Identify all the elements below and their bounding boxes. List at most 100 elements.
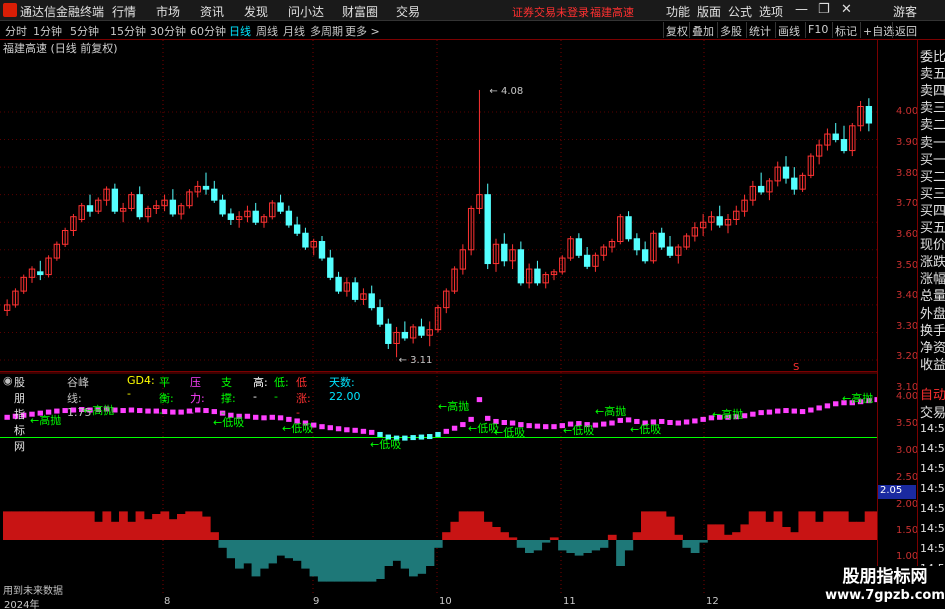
ytick: 3.60 [896,229,919,240]
indicator-block [460,422,466,428]
ytick: 3.20 [896,351,919,362]
area-segment [425,540,435,566]
area-segment [301,540,311,569]
xtick: 12 [706,596,719,607]
indicator-block [253,414,259,420]
area-segment [375,540,385,579]
area-segment [409,540,418,577]
side-item[interactable]: 14:56 [920,522,945,535]
side-item[interactable]: 14:56 [920,422,945,435]
legend-support: 支撑: - [221,376,236,419]
stock-label: 福建高速 (日线 前复权) [3,42,118,55]
indicator-block [435,431,441,437]
indicator-block [791,408,797,414]
area-segment [44,511,54,540]
indicator-block [145,408,151,414]
area-segment [226,540,236,559]
area-segment [549,537,559,540]
area-segment [143,519,153,540]
area-segment [400,540,410,569]
indicator-block [601,421,607,427]
indicator-block [344,427,350,433]
side-item[interactable]: 14:56 [920,442,945,455]
watermark-title: 股朋指标网 [842,567,928,587]
area-segment [558,540,567,551]
area-segment [533,540,543,551]
kline-panel[interactable]: 福建高速 (日线 前复权) [0,40,877,372]
side-item[interactable]: 14:56 [920,462,945,475]
area-segment [806,511,816,540]
signal-label: ←低吸 [370,438,401,451]
area-segment [326,540,335,582]
side-item[interactable]: 交易 [920,402,945,421]
price-axis: 4.00 3.90 3.80 3.70 3.60 3.50 3.40 3.30 … [877,40,919,609]
indicator-block [327,425,333,431]
side-item[interactable]: 自动 [920,384,945,403]
indicator-block [137,408,143,414]
indicator-block [244,413,251,419]
indicator-block [692,418,698,424]
indicator-block [667,420,673,425]
area-segment [599,540,609,548]
ytick: 4.00 [896,106,919,117]
signal-label: ←高抛 [30,413,61,427]
current-value-badge: 2.05 [878,485,916,499]
side-item[interactable]: 14:56 [920,482,945,495]
area-segment [657,511,667,540]
ind-ytick: 4.00 [896,391,919,402]
area-segment [251,540,261,577]
area-segment [649,511,659,540]
time-axis: 2024年 8 9 10 11 12 [0,596,877,609]
indicator-block [319,424,325,430]
indicator-block [758,410,764,416]
area-segment [185,511,195,540]
indicator-block [675,420,681,426]
area-segment [160,511,170,540]
indicator-block [526,423,532,429]
area-segment [367,540,377,582]
indicator-block [534,423,541,429]
indicator-block [609,420,615,426]
side-item[interactable]: 14:56 [920,502,945,515]
area-segment [69,511,79,540]
legend-pressure: 压力: - [190,376,205,419]
back-button[interactable]: 返回 [892,22,919,38]
area-segment [36,511,45,540]
area-segment [500,532,509,540]
indicator-block [799,409,806,415]
area-segment [815,521,824,540]
legend-days: 天数: 22.00 [329,376,361,403]
area-segment [773,511,783,540]
area-segment [839,511,849,540]
area-segment [765,521,775,540]
area-segment [781,527,791,540]
area-segment [293,540,302,561]
area-segment [392,540,402,561]
area-segment [699,540,708,543]
indicator-block [402,435,408,441]
user-label[interactable]: 游客 [893,3,917,20]
area-segment [607,534,617,540]
area-segment [110,521,120,540]
area-segment [168,519,178,540]
indicator-block [352,427,358,433]
area-segment [690,540,700,553]
indicator-block [766,409,773,415]
area-segment [732,532,741,540]
side-item[interactable]: 收益 [920,354,945,373]
xtick: 11 [563,596,576,607]
xtick: 10 [439,596,452,607]
area-segment [616,540,625,566]
indicator-block [277,415,284,421]
area-segment [848,521,857,540]
area-segment [525,540,534,553]
area-segment [276,540,286,556]
area-segment [442,532,451,540]
indicator-name[interactable]: 股朋指标网 [14,374,25,454]
indicator-block [808,407,814,413]
signal-label: ←低吸 [494,426,525,439]
signal-label: ←高抛 [438,399,469,413]
area-segment [152,514,161,540]
area-segment [831,511,841,540]
side-item[interactable]: 14:56 [920,542,945,555]
